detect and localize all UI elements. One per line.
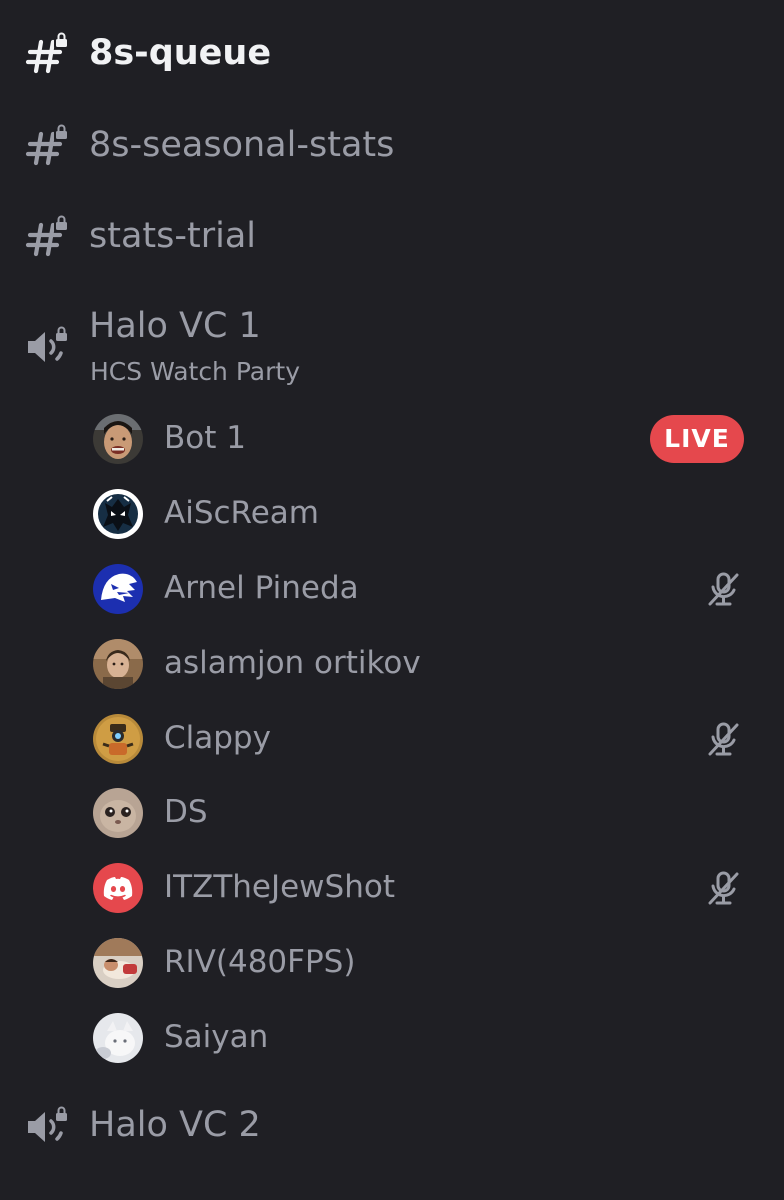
member-name: Saiyan — [164, 1019, 269, 1055]
avatar — [93, 714, 143, 764]
voice-member-ds[interactable]: DS — [80, 778, 760, 848]
locked-hashtag-icon — [24, 123, 72, 167]
member-name: AiScReam — [164, 495, 319, 531]
mic-muted-icon — [706, 870, 742, 906]
voice-channel-status: HCS Watch Party — [90, 357, 300, 386]
voice-member-aslamjon-ortikov[interactable]: aslamjon ortikov — [80, 629, 760, 699]
voice-channel-halo-vc-2[interactable]: Halo VC 2 — [0, 1097, 784, 1157]
mic-muted-icon — [706, 571, 742, 607]
avatar — [93, 938, 143, 988]
locked-speaker-icon — [24, 1105, 72, 1149]
channel-stats-trial[interactable]: stats-trial — [0, 206, 784, 266]
channel-name: stats-trial — [89, 216, 257, 256]
avatar — [93, 564, 143, 614]
voice-member-riv-480fps[interactable]: RIV(480FPS) — [80, 928, 760, 998]
voice-member-itzthejewshot[interactable]: ITZTheJewShot — [80, 853, 760, 923]
member-name: RIV(480FPS) — [164, 944, 356, 980]
member-name: Clappy — [164, 720, 271, 756]
member-name: ITZTheJewShot — [164, 869, 395, 905]
voice-channel-name: Halo VC 2 — [89, 1105, 261, 1145]
channel-8s-seasonal-stats[interactable]: 8s-seasonal-stats — [0, 115, 784, 175]
channel-8s-queue[interactable]: 8s-queue — [0, 23, 784, 83]
voice-channel-name: Halo VC 1 — [89, 306, 261, 346]
voice-member-arnel-pineda[interactable]: Arnel Pineda — [80, 554, 760, 624]
voice-member-clappy[interactable]: Clappy — [80, 704, 760, 774]
avatar — [93, 788, 143, 838]
avatar — [93, 863, 143, 913]
live-badge: LIVE — [650, 415, 744, 463]
channel-name: 8s-queue — [89, 33, 272, 73]
avatar — [93, 1013, 143, 1063]
avatar — [93, 414, 143, 464]
avatar — [93, 489, 143, 539]
member-name: Arnel Pineda — [164, 570, 359, 606]
locked-hashtag-icon — [24, 31, 72, 75]
voice-member-bot-1[interactable]: Bot 1 LIVE — [80, 404, 760, 474]
avatar — [93, 639, 143, 689]
voice-member-saiyan[interactable]: Saiyan — [80, 1003, 760, 1073]
locked-hashtag-icon — [24, 214, 72, 258]
voice-channel-halo-vc-1[interactable]: Halo VC 1 HCS Watch Party — [0, 300, 784, 400]
channel-list: 8s-queue 8s-seasonal-stats stats-trial H… — [0, 0, 784, 1200]
member-name: DS — [164, 794, 208, 830]
voice-member-aiscream[interactable]: AiScReam — [80, 479, 760, 549]
member-name: Bot 1 — [164, 420, 246, 456]
channel-name: 8s-seasonal-stats — [89, 125, 395, 165]
mic-muted-icon — [706, 721, 742, 757]
locked-speaker-icon — [24, 325, 72, 369]
member-name: aslamjon ortikov — [164, 645, 421, 681]
